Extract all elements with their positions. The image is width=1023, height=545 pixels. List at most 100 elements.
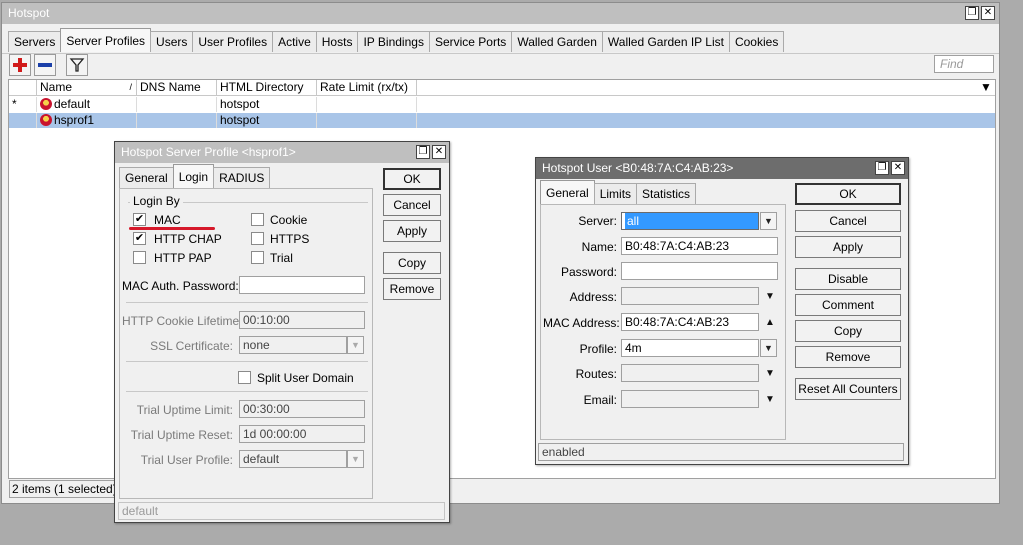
server-dropdown-icon[interactable]: ▼ (760, 212, 777, 230)
row-name: hsprof1 (37, 113, 137, 128)
restore-icon[interactable]: ❐ (875, 161, 889, 175)
server-profile-dialog: Hotspot Server Profile <hsprof1> ❐ ✕ Gen… (114, 141, 450, 523)
https-checkbox[interactable] (251, 232, 264, 245)
email-input[interactable] (621, 390, 759, 408)
tab-radius[interactable]: RADIUS (213, 167, 271, 188)
email-dropdown-icon[interactable]: ▼ (765, 394, 775, 405)
trial-uptime-limit-input[interactable]: 00:30:00 (239, 400, 365, 418)
tab-hosts[interactable]: Hosts (315, 31, 359, 52)
tab-service-ports[interactable]: Service Ports (428, 31, 513, 52)
http-pap-checkbox[interactable] (133, 251, 146, 264)
tab-server-profiles[interactable]: Server Profiles (60, 28, 152, 52)
remove-button[interactable]: Remove (795, 346, 901, 368)
password-input[interactable] (621, 262, 778, 280)
apply-button[interactable]: Apply (383, 220, 441, 242)
mac-checkbox[interactable]: ✔ (133, 213, 146, 226)
copy-button[interactable]: Copy (383, 252, 441, 274)
split-user-domain-label: Split User Domain (257, 371, 354, 385)
address-input[interactable] (621, 287, 759, 305)
tab-walled-garden-ip-list[interactable]: Walled Garden IP List (601, 31, 730, 52)
ssl-certificate-dropdown-icon[interactable]: ▼ (347, 336, 364, 354)
mac-address-collapse-icon[interactable]: ▲ (765, 317, 775, 328)
tab-login[interactable]: Login (172, 164, 215, 188)
profile-dialog-status: default (118, 502, 445, 520)
mac-address-input[interactable]: B0:48:7A:C4:AB:23 (621, 313, 759, 331)
tab-statistics[interactable]: Statistics (636, 183, 697, 204)
comment-button[interactable]: Comment (795, 294, 901, 316)
profile-select[interactable]: 4m (621, 339, 759, 357)
columns-dropdown-icon[interactable]: ▼ (977, 80, 995, 96)
server-select[interactable]: all (621, 212, 759, 230)
cancel-button[interactable]: Cancel (383, 194, 441, 216)
tab-servers[interactable]: Servers (8, 31, 62, 52)
red-underline-annotation (129, 227, 215, 230)
row-marker (9, 113, 37, 128)
user-general-panel: Server: all ▼ Name: B0:48:7A:C4:AB:23 Pa… (540, 204, 786, 440)
tab-walled-garden[interactable]: Walled Garden (511, 31, 603, 52)
trial-uptime-reset-input[interactable]: 1d 00:00:00 (239, 425, 365, 443)
disable-button[interactable]: Disable (795, 268, 901, 290)
http-chap-checkbox[interactable]: ✔ (133, 232, 146, 245)
tab-ip-bindings[interactable]: IP Bindings (357, 31, 430, 52)
close-icon[interactable]: ✕ (981, 6, 995, 20)
split-user-domain-checkbox[interactable] (238, 371, 251, 384)
name-label: Name: (581, 240, 617, 254)
trial-user-profile-select[interactable]: default (239, 450, 347, 468)
profile-icon (40, 114, 52, 126)
cookie-checkbox[interactable] (251, 213, 264, 226)
col-html-directory[interactable]: HTML Directory (217, 80, 317, 96)
hotspot-titlebar[interactable]: Hotspot ❐ ✕ (2, 3, 999, 24)
routes-input[interactable] (621, 364, 759, 382)
restore-icon[interactable]: ❐ (965, 6, 979, 20)
trial-user-profile-dropdown-icon[interactable]: ▼ (347, 450, 364, 468)
profile-dropdown-icon[interactable]: ▼ (760, 339, 777, 357)
copy-button[interactable]: Copy (795, 320, 901, 342)
profile-dialog-tabs: General Login RADIUS (119, 164, 271, 188)
cancel-button[interactable]: Cancel (795, 210, 901, 232)
routes-label: Routes: (575, 367, 617, 381)
name-input[interactable]: B0:48:7A:C4:AB:23 (621, 237, 778, 255)
table-row[interactable]: * default hotspot (9, 97, 995, 112)
window-title: Hotspot (8, 6, 50, 20)
find-input[interactable]: Find (934, 55, 994, 73)
col-rate-limit[interactable]: Rate Limit (rx/tx) (317, 80, 417, 96)
restore-icon[interactable]: ❐ (416, 145, 430, 159)
filter-button[interactable] (66, 54, 88, 76)
row-rate (317, 97, 417, 112)
ok-button[interactable]: OK (795, 183, 901, 205)
mac-auth-password-input[interactable] (239, 276, 365, 294)
cookie-label: Cookie (270, 213, 308, 227)
close-icon[interactable]: ✕ (432, 145, 446, 159)
tab-general[interactable]: General (119, 167, 174, 188)
ssl-certificate-select[interactable]: none (239, 336, 347, 354)
col-name[interactable]: Name / (37, 80, 137, 96)
address-dropdown-icon[interactable]: ▼ (765, 291, 775, 302)
remove-button[interactable] (34, 54, 56, 76)
remove-button[interactable]: Remove (383, 278, 441, 300)
reset-all-counters-button[interactable]: Reset All Counters (795, 378, 901, 400)
tab-active[interactable]: Active (272, 31, 317, 52)
table-row-selected[interactable]: hsprof1 hotspot (9, 113, 995, 128)
add-button[interactable] (9, 54, 31, 76)
routes-dropdown-icon[interactable]: ▼ (765, 368, 775, 379)
profile-dialog-title: Hotspot Server Profile <hsprof1> (121, 145, 296, 159)
apply-button[interactable]: Apply (795, 236, 901, 258)
tab-limits[interactable]: Limits (593, 183, 638, 204)
tab-users[interactable]: Users (150, 31, 194, 52)
hotspot-tabs: Servers Server Profiles Users User Profi… (8, 28, 785, 52)
http-cookie-lifetime-input[interactable]: 00:10:00 (239, 311, 365, 329)
tab-user-profiles[interactable]: User Profiles (192, 31, 274, 52)
tab-general[interactable]: General (540, 180, 595, 204)
profile-dialog-titlebar[interactable]: Hotspot Server Profile <hsprof1> ❐ ✕ (115, 142, 449, 163)
col-dns-name[interactable]: DNS Name (137, 80, 217, 96)
user-dialog-status: enabled (538, 443, 904, 461)
close-icon[interactable]: ✕ (891, 161, 905, 175)
tab-cookies[interactable]: Cookies (728, 31, 785, 52)
profile-icon (40, 98, 52, 110)
server-label: Server: (578, 214, 617, 228)
row-html: hotspot (217, 97, 317, 112)
row-html: hotspot (217, 113, 317, 128)
trial-checkbox[interactable] (251, 251, 264, 264)
ok-button[interactable]: OK (383, 168, 441, 190)
user-dialog-titlebar[interactable]: Hotspot User <B0:48:7A:C4:AB:23> ❐ ✕ (536, 158, 908, 179)
